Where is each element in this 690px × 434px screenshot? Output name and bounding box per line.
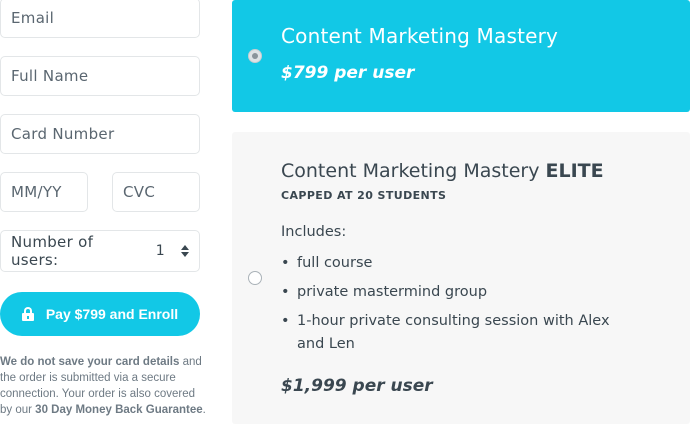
plan-standard-title: Content Marketing Mastery [281, 24, 559, 48]
email-placeholder: Email [11, 9, 55, 27]
email-field[interactable]: Email [0, 0, 200, 38]
plan-option-elite[interactable]: Content Marketing Mastery ELITE CAPPED A… [232, 132, 690, 424]
plan-elite-features: full course private mastermind group 1-h… [281, 252, 611, 362]
plan-option-standard[interactable]: Content Marketing Mastery $799 per user [232, 0, 690, 112]
security-notice: We do not save your card details and the… [0, 354, 210, 418]
feature-item: full course [281, 252, 611, 275]
users-select[interactable]: Number of users: 1 [0, 230, 200, 272]
pay-enroll-button[interactable]: Pay $799 and Enroll [0, 292, 200, 336]
users-label: Number of users: [11, 233, 94, 269]
lock-icon [21, 307, 34, 321]
plan-elite-cap: CAPPED AT 20 STUDENTS [281, 189, 447, 202]
expiry-placeholder: MM/YY [11, 183, 62, 201]
plan-elite-includes-label: Includes: [281, 224, 347, 240]
card-number-placeholder: Card Number [11, 125, 115, 143]
plan-elite-radio[interactable] [248, 271, 262, 285]
users-value[interactable]: 1 [156, 243, 165, 259]
plan-elite-price: $1,999 per user [281, 376, 433, 396]
feature-item: 1-hour private consulting session with A… [281, 310, 611, 356]
cvc-placeholder: CVC [123, 183, 156, 201]
plan-elite-title-emphasis: ELITE [545, 160, 604, 182]
full-name-field[interactable]: Full Name [0, 56, 200, 96]
stepper-arrows-icon[interactable] [181, 245, 189, 257]
notice-bold-2: 30 Day Money Back Guarantee [35, 404, 203, 416]
expiry-field[interactable]: MM/YY [0, 172, 88, 212]
feature-item: private mastermind group [281, 281, 611, 304]
plan-standard-radio[interactable] [248, 49, 262, 63]
plan-elite-title: Content Marketing Mastery ELITE [281, 160, 604, 182]
notice-text-2: . [202, 404, 206, 416]
plan-elite-title-prefix: Content Marketing Mastery [281, 160, 546, 182]
card-number-field[interactable]: Card Number [0, 114, 200, 154]
notice-bold-1: We do not save your card details [0, 356, 180, 368]
pay-button-label: Pay $799 and Enroll [45, 306, 179, 322]
full-name-placeholder: Full Name [11, 67, 89, 85]
plan-standard-price: $799 per user [281, 63, 415, 83]
cvc-field[interactable]: CVC [112, 172, 200, 212]
